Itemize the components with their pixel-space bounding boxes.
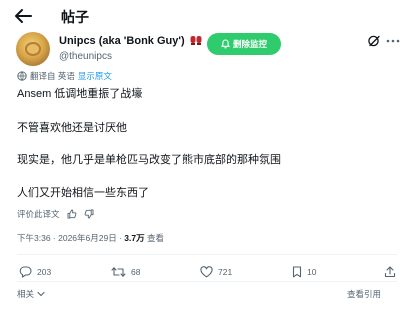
rate-translation-label: 评价此译文 — [17, 209, 60, 219]
thumbs-up-icon[interactable] — [67, 209, 77, 219]
boxing-gloves-icon — [190, 35, 202, 49]
rate-translation-row: 评价此译文 — [17, 208, 94, 220]
like-count: 721 — [218, 267, 233, 277]
avatar[interactable] — [16, 32, 50, 66]
bell-icon — [221, 39, 230, 49]
like-button[interactable]: 721 — [200, 266, 232, 278]
divider — [17, 281, 397, 282]
bookmark-count: 10 — [307, 267, 317, 277]
remove-monitor-button[interactable]: 删除监控 — [207, 33, 281, 55]
remove-monitor-label: 删除监控 — [232, 39, 267, 49]
thumbs-down-icon[interactable] — [84, 209, 94, 219]
repost-icon — [111, 267, 126, 277]
related-label: 相关 — [17, 289, 35, 299]
reply-icon — [19, 266, 32, 278]
post-meta: 下午3:36 · 2026年6月29日 · 3.7万 查看 — [17, 233, 165, 243]
post-text-line: 现实是，他几乎是单枪匹马改变了熊市底部的那种氛围 — [17, 154, 281, 166]
author-handle[interactable]: @theunipcs — [59, 51, 112, 62]
translated-from-label: 翻译自 英语 — [30, 71, 75, 81]
related-toggle[interactable]: 相关 — [17, 288, 45, 300]
divider — [17, 254, 397, 255]
reply-count: 203 — [37, 267, 52, 277]
views-label: 查看 — [147, 233, 165, 243]
author-name[interactable]: Unipcs (aka 'Bonk Guy') — [59, 35, 185, 47]
post-text-line: 人们又开始相信一些东西了 — [17, 187, 149, 199]
chevron-down-icon — [37, 291, 45, 297]
translation-info: 翻译自 英语 显示原文 — [17, 70, 112, 82]
post-text-line: 不管喜欢他还是讨厌他 — [17, 122, 127, 134]
top-bar: 帖子 — [0, 0, 411, 34]
views-count: 3.7万 — [124, 233, 145, 243]
repost-button[interactable]: 68 — [111, 266, 140, 278]
bookmark-button[interactable]: 10 — [292, 266, 316, 278]
view-quotes-link[interactable]: 查看引用 — [347, 288, 381, 300]
page-title: 帖子 — [61, 9, 89, 25]
reply-button[interactable]: 203 — [19, 266, 51, 278]
post-time[interactable]: 下午3:36 — [17, 233, 51, 243]
more-options-icon[interactable] — [386, 36, 400, 46]
share-icon[interactable] — [384, 266, 396, 278]
grok-icon[interactable] — [367, 34, 381, 48]
back-arrow-icon[interactable] — [14, 8, 32, 24]
post-text-line: Ansem 低调地重振了战壕 — [17, 88, 143, 100]
translate-icon — [17, 71, 27, 81]
repost-count: 68 — [131, 267, 141, 277]
author-name-row[interactable]: Unipcs (aka 'Bonk Guy') — [59, 35, 219, 49]
heart-icon — [200, 266, 213, 278]
show-original-link[interactable]: 显示原文 — [78, 70, 112, 82]
post-date[interactable]: 2026年6月29日 — [58, 233, 117, 243]
bookmark-icon — [292, 266, 302, 278]
